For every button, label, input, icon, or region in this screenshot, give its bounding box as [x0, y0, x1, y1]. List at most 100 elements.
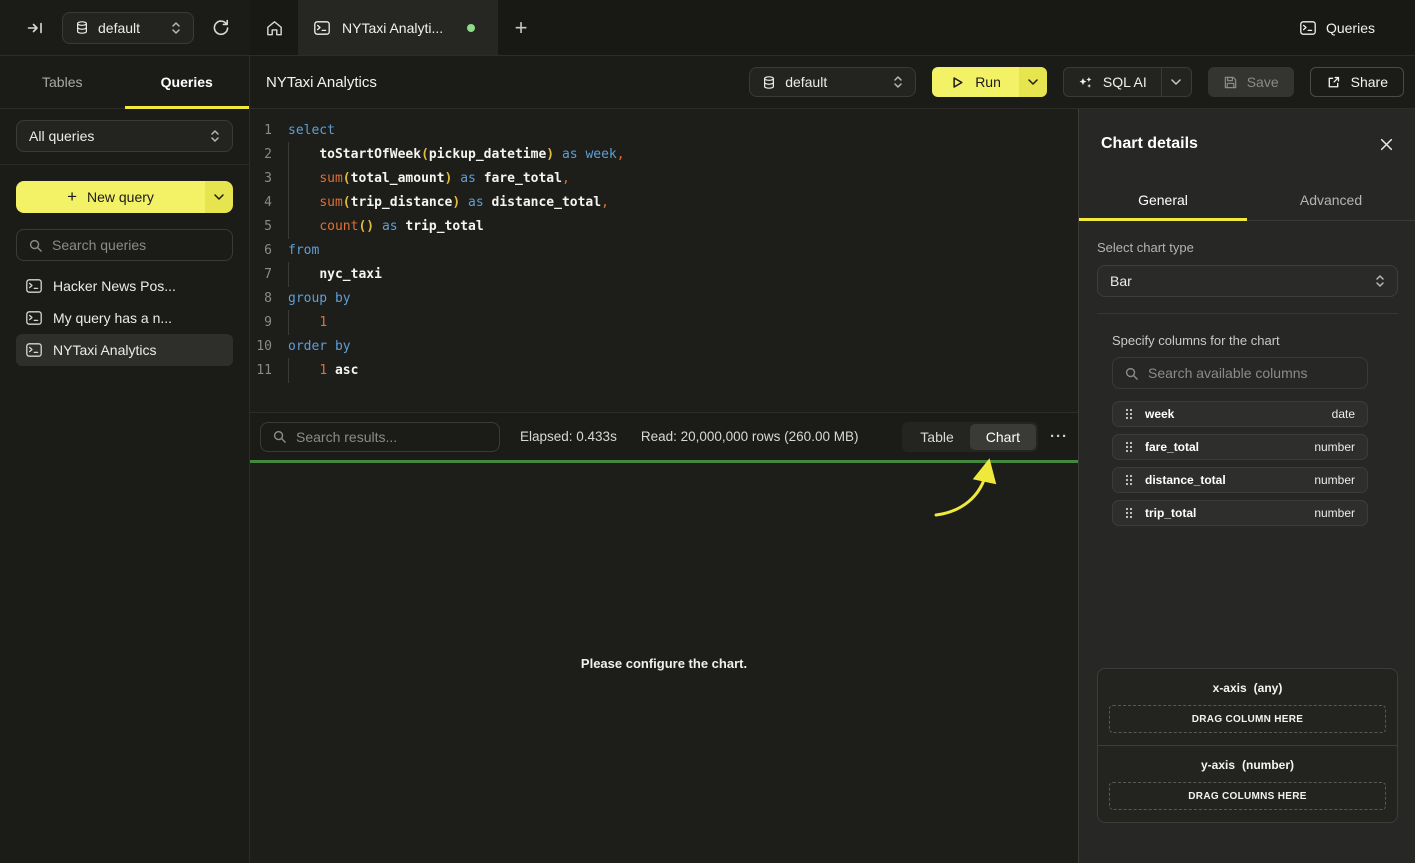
collapse-sidebar-button[interactable]: [22, 15, 48, 41]
column-chip-week[interactable]: weekdate: [1112, 401, 1368, 427]
results-search-input[interactable]: [296, 429, 488, 445]
code-line: 6from: [250, 238, 1078, 262]
new-tab-button[interactable]: +: [498, 0, 544, 55]
terminal-icon: [26, 343, 42, 357]
code-text: order by: [288, 339, 351, 354]
tabstrip: NYTaxi Analyti... +: [250, 0, 1415, 55]
drag-handle-icon[interactable]: [1125, 441, 1133, 453]
query-item-label: Hacker News Pos...: [53, 278, 176, 294]
close-panel-button[interactable]: [1380, 138, 1393, 151]
panel-header: Chart details: [1079, 109, 1415, 179]
x-axis-drop-zone[interactable]: DRAG COLUMN HERE: [1109, 705, 1386, 733]
code-line: 8group by: [250, 286, 1078, 310]
line-number: 1: [250, 123, 272, 138]
sidebar-query-item[interactable]: NYTaxi Analytics: [16, 334, 233, 366]
column-name: fare_total: [1145, 440, 1199, 454]
run-options-button[interactable]: [1019, 67, 1047, 97]
new-query-label: New query: [87, 189, 154, 205]
code-text: 1: [288, 315, 327, 330]
drag-handle-icon[interactable]: [1125, 474, 1133, 486]
topbar-left: default: [0, 0, 250, 55]
new-query-menu-button[interactable]: [205, 181, 233, 213]
ellipsis-icon: ···: [1050, 428, 1068, 445]
view-tab-table[interactable]: Table: [904, 424, 969, 450]
code-line: 11 1 asc: [250, 358, 1078, 382]
app-root: default NYTaxi Analyti..: [0, 0, 1415, 863]
column-chip-distance_total[interactable]: distance_total number: [1112, 467, 1368, 493]
new-query-button[interactable]: + New query: [16, 181, 205, 213]
sql-ai-options-button[interactable]: [1161, 68, 1191, 96]
column-chip-fare_total[interactable]: fare_totalnumber: [1112, 434, 1368, 460]
drag-handle-icon[interactable]: [1125, 507, 1133, 519]
share-icon: [1326, 75, 1341, 90]
tab-advanced[interactable]: Advanced: [1247, 179, 1415, 220]
updown-chevron-icon: [171, 21, 181, 35]
chevron-down-icon: [214, 194, 224, 200]
main-header: NYTaxi Analytics default Run: [250, 56, 1415, 109]
columns-section: Specify columns for the chart weekdate fa…: [1112, 333, 1368, 526]
save-icon: [1223, 75, 1238, 90]
chevron-down-icon: [1171, 79, 1181, 85]
axis-config-box: x-axis (any) DRAG COLUMN HERE y-axis (nu…: [1097, 668, 1398, 823]
tab-general[interactable]: General: [1079, 179, 1247, 220]
y-axis-constraint: (number): [1242, 758, 1294, 772]
code-line: 4 sum(trip_distance) as distance_total,: [250, 190, 1078, 214]
home-button[interactable]: [250, 0, 298, 55]
columns-list: weekdatefare_totalnumberdistance_totalnu…: [1112, 401, 1368, 526]
database-selector[interactable]: default: [62, 12, 194, 44]
code-text: select: [288, 123, 335, 138]
code-lines: 1select2 toStartOfWeek(pickup_datetime) …: [250, 118, 1078, 382]
panel-body: Select chart type Bar Specify columns fo…: [1079, 240, 1415, 526]
chart-type-label: Select chart type: [1097, 240, 1398, 255]
unsaved-changes-dot: [467, 24, 475, 32]
query-filter-select[interactable]: All queries: [16, 120, 233, 152]
code-text: sum(trip_distance) as distance_total,: [288, 195, 609, 210]
sql-ai-button[interactable]: SQL AI: [1064, 68, 1161, 96]
queries-shortcut-button[interactable]: Queries: [1300, 0, 1375, 56]
chart-type-select[interactable]: Bar: [1097, 265, 1398, 297]
tab-tables[interactable]: Tables: [0, 56, 125, 108]
x-axis-label-row: x-axis (any): [1213, 681, 1283, 695]
line-number: 9: [250, 315, 272, 330]
elapsed-stat: Elapsed: 0.433s: [520, 429, 617, 444]
share-button[interactable]: Share: [1310, 67, 1404, 97]
tab-queries[interactable]: Queries: [125, 56, 250, 108]
y-axis-label: y-axis: [1201, 758, 1235, 772]
query-tab[interactable]: NYTaxi Analyti...: [298, 0, 498, 55]
save-button[interactable]: Save: [1208, 67, 1294, 97]
terminal-icon: [314, 21, 330, 35]
code-line: 5 count() as trip_total: [250, 214, 1078, 238]
line-number: 4: [250, 195, 272, 210]
query-list: Hacker News Pos... My query has a n...NYT…: [16, 270, 233, 366]
results-search-box: [260, 422, 500, 452]
refresh-button[interactable]: [208, 15, 234, 41]
code-text: 1 asc: [288, 363, 358, 378]
drag-handle-icon[interactable]: [1125, 408, 1133, 420]
query-search-input[interactable]: [52, 237, 221, 253]
columns-search-input[interactable]: [1148, 365, 1356, 381]
divider: [1097, 313, 1398, 314]
more-options-button[interactable]: ···: [1050, 428, 1068, 445]
query-search-box: [16, 229, 233, 261]
view-toggle: TableChart: [902, 422, 1038, 452]
sql-ai-split-button: SQL AI: [1063, 67, 1192, 97]
line-number: 2: [250, 147, 272, 162]
column-name: distance_total: [1145, 473, 1226, 487]
column-chip-trip_total[interactable]: trip_totalnumber: [1112, 500, 1368, 526]
sql-editor[interactable]: 1select2 toStartOfWeek(pickup_datetime) …: [250, 109, 1078, 412]
sidebar-query-item[interactable]: Hacker News Pos...: [16, 270, 233, 302]
line-number: 8: [250, 291, 272, 306]
x-axis-section: x-axis (any) DRAG COLUMN HERE: [1098, 669, 1397, 745]
y-axis-drop-zone[interactable]: DRAG COLUMNS HERE: [1109, 782, 1386, 810]
sidebar-query-item[interactable]: My query has a n...: [16, 302, 233, 334]
view-tab-chart[interactable]: Chart: [970, 424, 1036, 450]
query-tab-title: NYTaxi Analyti...: [342, 20, 443, 36]
column-type: number: [1314, 473, 1355, 487]
run-database-selector[interactable]: default: [749, 67, 916, 97]
columns-label: Specify columns for the chart: [1112, 333, 1368, 348]
run-split-button: Run: [932, 67, 1047, 97]
sidebar-body: All queries + New query: [0, 109, 249, 366]
run-button[interactable]: Run: [932, 67, 1019, 97]
column-type: number: [1314, 506, 1355, 520]
panel-tabs: General Advanced: [1079, 179, 1415, 221]
